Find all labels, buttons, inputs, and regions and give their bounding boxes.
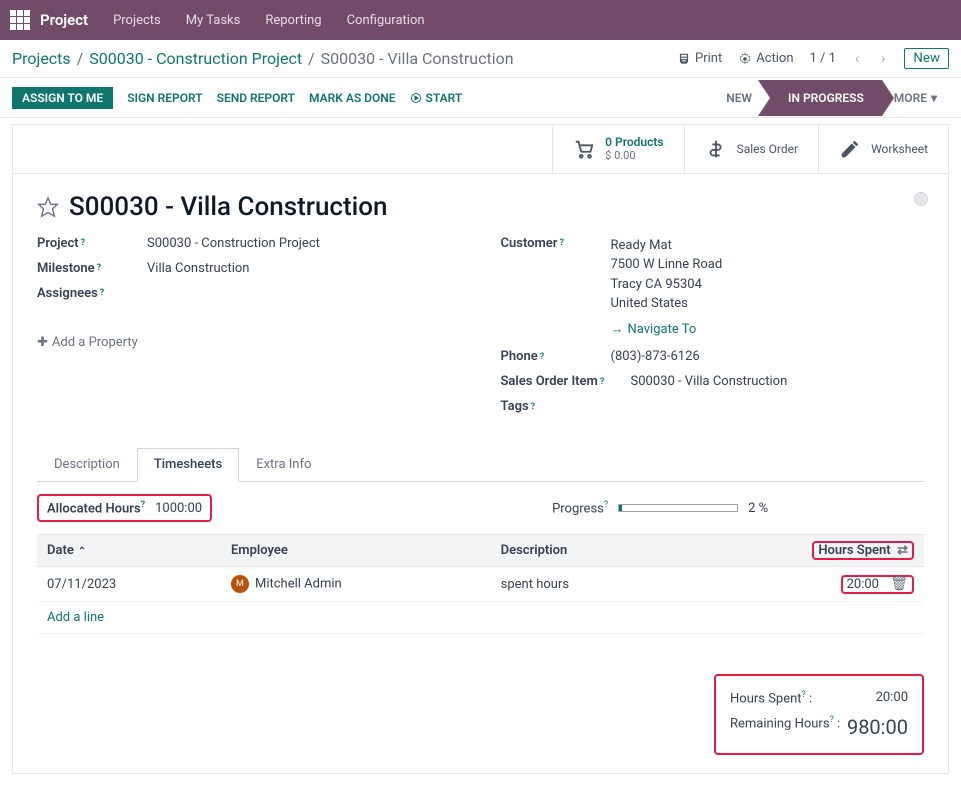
nav-configuration[interactable]: Configuration [347,13,425,28]
tags-label: Tags? [501,399,611,414]
breadcrumb-sep: / [77,49,84,68]
stat-worksheet[interactable]: Worksheet [818,125,948,173]
milestone-value[interactable]: Villa Construction [147,261,249,276]
customer-label: Customer? [501,236,611,251]
kanban-state-dot[interactable] [914,192,928,206]
progress-value: 2 % [748,501,768,516]
table-row[interactable]: 07/11/2023 MMitchell Admin spent hours 2… [37,567,924,602]
allocated-hours-label: Allocated Hours? [47,500,145,516]
add-property-button[interactable]: ✚ Add a Property [37,335,138,350]
project-value[interactable]: S00030 - Construction Project [147,236,320,251]
phone-value[interactable]: (803)-873-6126 [611,349,700,364]
stat-products[interactable]: 0 Products $ 0.00 [552,125,683,173]
cell-employee[interactable]: MMitchell Admin [221,567,491,602]
start-button[interactable]: START [410,91,463,105]
task-title: S00030 - Villa Construction [69,192,388,222]
print-button[interactable]: Print [677,51,722,66]
sales-order-item-value[interactable]: S00030 - Villa Construction [631,374,788,389]
milestone-label: Milestone? [37,261,147,276]
breadcrumb: Projects / S00030 - Construction Project… [12,49,514,68]
help-icon[interactable]: ? [600,377,604,387]
print-icon [677,52,691,66]
assign-to-me-button[interactable]: ASSIGN TO ME [12,87,113,109]
cell-hours[interactable]: 20:00 🗑 [673,567,924,602]
avatar: M [231,575,249,593]
add-line-button[interactable]: Add a line [37,602,924,634]
arrow-right-icon: → [611,320,624,340]
help-icon[interactable]: ? [604,500,608,510]
stage-in-progress[interactable]: IN PROGRESS [770,80,882,116]
breadcrumb-current: S00030 - Villa Construction [321,49,514,68]
plus-icon: ✚ [37,335,48,350]
stat-sales-order[interactable]: Sales Order [684,125,819,173]
nav-my-tasks[interactable]: My Tasks [186,13,241,28]
play-icon [410,92,422,104]
cell-description[interactable]: spent hours [491,567,673,602]
summary-remaining-value: 980:00 [847,715,908,739]
trash-icon[interactable]: 🗑 [890,576,908,592]
phone-label: Phone? [501,349,611,364]
summary-hours-spent-value: 20:00 [876,690,908,706]
help-icon[interactable]: ? [81,238,85,248]
send-report-button[interactable]: SEND REPORT [217,91,295,105]
sign-report-button[interactable]: SIGN REPORT [127,91,202,105]
breadcrumb-construction[interactable]: S00030 - Construction Project [89,49,302,68]
sort-asc-icon: ⌃ [78,546,86,557]
help-icon[interactable]: ? [559,238,563,248]
summary-remaining-label: Remaining Hours? : [730,715,840,739]
app-brand: Project [40,11,88,29]
apps-launcher-icon[interactable] [10,10,30,30]
breadcrumb-sep: / [308,49,315,68]
cart-icon [573,138,595,160]
mark-as-done-button[interactable]: MARK AS DONE [309,91,396,105]
customer-value: Ready Mat 7500 W Linne Road Tracy CA 953… [611,236,723,340]
progress-label: Progress? [552,500,608,516]
tab-description[interactable]: Description [37,448,137,481]
allocated-hours-value[interactable]: 1000:00 [155,501,202,516]
dollar-icon [705,138,727,160]
pager-prev[interactable]: ‹ [852,51,862,67]
help-icon[interactable]: ? [830,715,834,725]
col-hours-spent[interactable]: Hours Spent ⇄ [673,535,924,567]
nav-reporting[interactable]: Reporting [265,13,321,28]
help-icon[interactable]: ? [97,263,101,273]
caret-down-icon: ▾ [931,91,937,105]
tab-timesheets[interactable]: Timesheets [137,448,239,482]
breadcrumb-projects[interactable]: Projects [12,49,71,68]
help-icon[interactable]: ? [100,288,104,298]
help-icon[interactable]: ? [141,500,145,510]
help-icon[interactable]: ? [802,690,806,700]
col-date[interactable]: Date⌃ [37,535,221,567]
help-icon[interactable]: ? [540,352,544,362]
summary-hours-spent-label: Hours Spent? : [730,690,812,706]
assignees-label: Assignees? [37,286,147,301]
nav-projects[interactable]: Projects [113,13,161,28]
new-button[interactable]: New [904,48,949,69]
summary-box: Hours Spent? : 20:00 Remaining Hours? : … [714,674,924,754]
favorite-star-icon[interactable] [37,196,59,218]
pager-next[interactable]: › [878,51,888,67]
adjust-icon[interactable]: ⇄ [897,543,908,558]
col-employee[interactable]: Employee [221,535,491,567]
cell-date[interactable]: 07/11/2023 [37,567,221,602]
pencil-icon [839,138,861,160]
col-description[interactable]: Description [491,535,673,567]
progress-bar [618,504,738,512]
navigate-to-button[interactable]: → Navigate To [611,320,697,340]
help-icon[interactable]: ? [531,402,535,412]
action-menu[interactable]: Action [738,51,793,66]
gear-icon [738,52,752,66]
tab-extra-info[interactable]: Extra Info [239,448,328,481]
sales-order-item-label: Sales Order Item? [501,374,631,389]
pager-text: 1 / 1 [810,51,836,66]
allocated-hours-box: Allocated Hours? 1000:00 [37,494,212,522]
project-label: Project? [37,236,147,251]
